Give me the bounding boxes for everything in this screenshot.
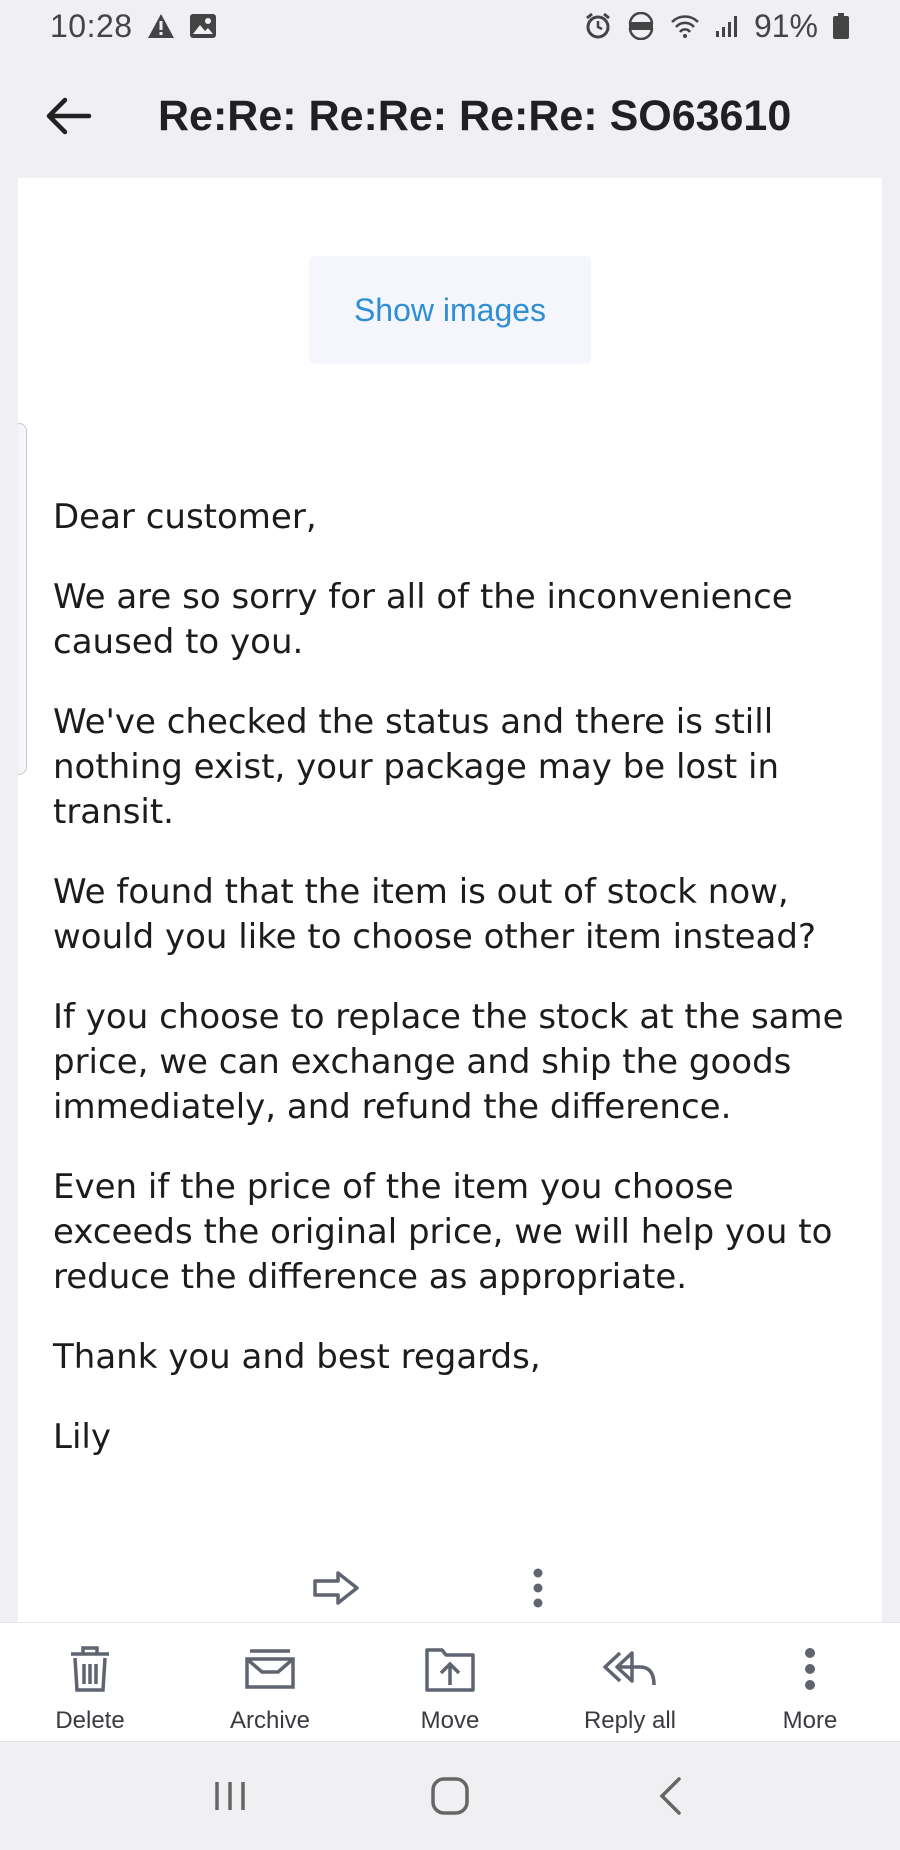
bottom-toolbar: Delete Archive Move Reply all More: [0, 1622, 900, 1742]
signal-icon: [714, 13, 740, 39]
delete-label: Delete: [55, 1707, 125, 1734]
email-message-body: Dear customer, We are so sorry for all o…: [53, 495, 863, 1495]
move-label: Move: [420, 1707, 480, 1734]
more-button[interactable]: More: [720, 1623, 900, 1741]
delete-button[interactable]: Delete: [0, 1623, 180, 1741]
battery-icon: [832, 12, 850, 40]
signature: Lily: [53, 1417, 111, 1457]
status-left: 10:28: [50, 8, 217, 45]
vertical-dots-icon: [533, 1568, 543, 1608]
forward-button[interactable]: [310, 1566, 362, 1610]
body-paragraph: If you choose to replace the stock at th…: [53, 997, 844, 1127]
wifi-icon: [670, 13, 700, 39]
image-icon: [189, 13, 217, 39]
forward-arrow-icon: [313, 1571, 359, 1605]
body-paragraph: Even if the price of the item you choose…: [53, 1167, 833, 1297]
trash-icon: [68, 1643, 112, 1695]
show-images-button[interactable]: Show images: [309, 256, 591, 364]
archive-icon: [244, 1643, 296, 1695]
status-bar: 10:28 91%: [0, 0, 900, 52]
vertical-dots-icon: [804, 1643, 816, 1695]
alarm-icon: [584, 12, 612, 40]
greeting: Dear customer,: [53, 497, 317, 537]
status-time: 10:28: [50, 7, 133, 44]
email-header: Re:Re: Re:Re: Re:Re: SO63610: [0, 60, 900, 175]
volte-icon: [626, 12, 656, 40]
chevron-left-icon: [659, 1777, 681, 1815]
status-right: 91%: [584, 8, 850, 45]
home-icon: [431, 1777, 469, 1815]
archive-button[interactable]: Archive: [180, 1623, 360, 1741]
more-label: More: [782, 1707, 838, 1734]
home-button[interactable]: [410, 1766, 490, 1826]
system-back-button[interactable]: [630, 1766, 710, 1826]
body-paragraph: We found that the item is out of stock n…: [53, 872, 817, 957]
warning-icon: [147, 13, 175, 39]
message-actions: [18, 1556, 882, 1622]
email-subject: Re:Re: Re:Re: Re:Re: SO63610: [158, 92, 792, 140]
move-button[interactable]: Move: [360, 1623, 540, 1741]
reply-all-button[interactable]: Reply all: [540, 1623, 720, 1741]
side-edge-handle[interactable]: [18, 423, 27, 775]
message-more-button[interactable]: [518, 1564, 558, 1612]
battery-percent: 91%: [753, 7, 818, 44]
email-body-card: Show images Dear customer, We are so sor…: [18, 178, 882, 1622]
system-navigation-bar: [0, 1742, 900, 1850]
archive-label: Archive: [229, 1707, 311, 1734]
back-arrow-icon: [46, 97, 92, 135]
move-folder-icon: [424, 1643, 476, 1695]
body-paragraph: We are so sorry for all of the inconveni…: [53, 577, 793, 662]
recent-apps-button[interactable]: [190, 1766, 270, 1826]
closing: Thank you and best regards,: [53, 1337, 541, 1377]
back-button[interactable]: [40, 88, 96, 144]
recent-apps-icon: [215, 1782, 245, 1810]
reply-all-icon: [602, 1643, 658, 1695]
reply-all-label: Reply all: [583, 1707, 677, 1734]
body-paragraph: We've checked the status and there is st…: [53, 702, 780, 832]
